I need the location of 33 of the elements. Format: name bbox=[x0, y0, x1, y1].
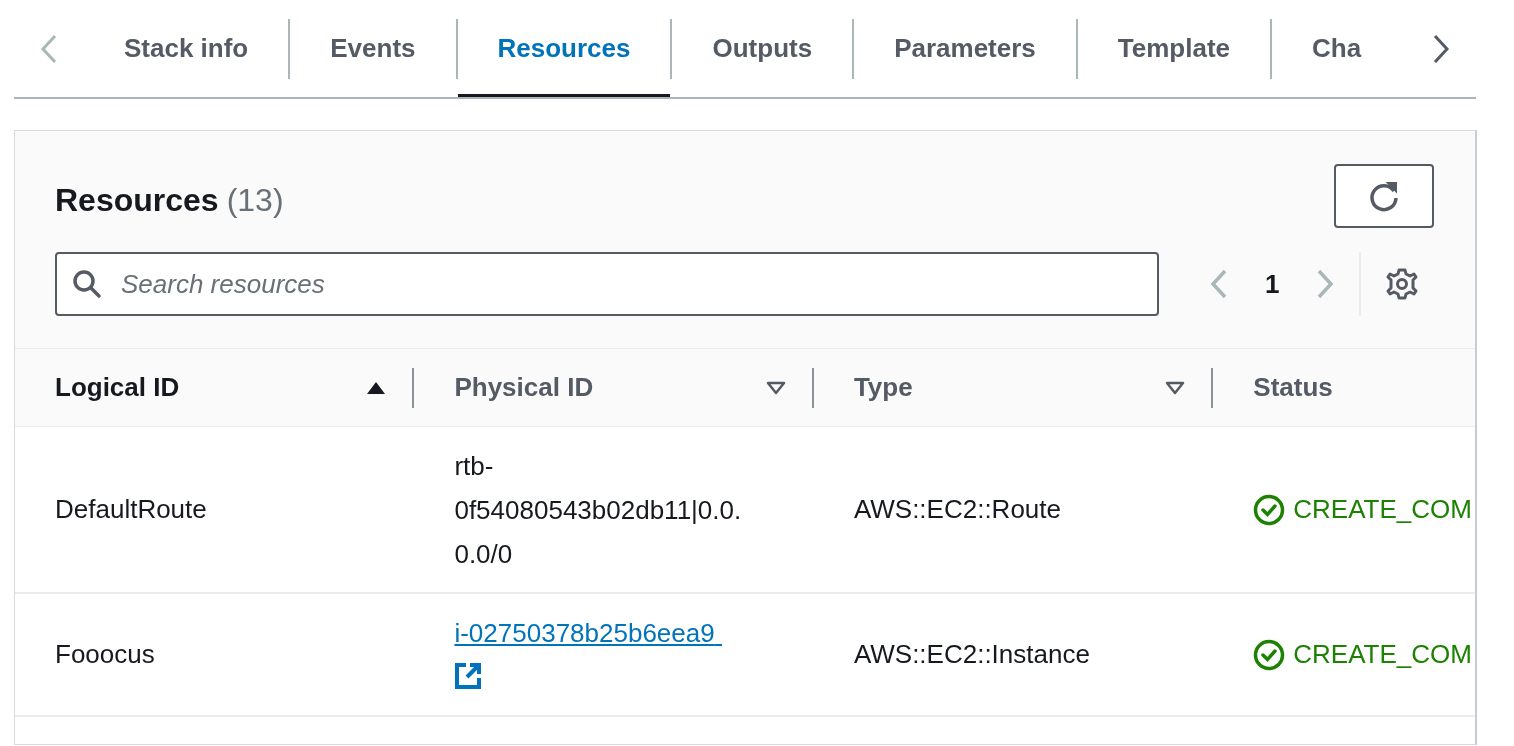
status-text: CREATE_COM bbox=[1293, 638, 1472, 671]
table-cell-text: Fooocus bbox=[55, 638, 155, 671]
success-icon bbox=[1253, 638, 1286, 671]
search-field[interactable]: Search resources bbox=[55, 252, 1159, 316]
tab[interactable]: Stack info bbox=[84, 0, 289, 97]
settings-icon[interactable] bbox=[1385, 267, 1420, 301]
sort-ascending-icon[interactable] bbox=[366, 380, 387, 395]
tab[interactable]: Template bbox=[1077, 0, 1270, 97]
column-header[interactable]: Logical ID bbox=[55, 368, 367, 407]
refresh-icon bbox=[1367, 179, 1401, 213]
sort-icon[interactable] bbox=[1165, 380, 1186, 395]
panel-title: Resources bbox=[55, 181, 219, 220]
table-cell-text: rtb-0f54080543b02db11|0.0.0.0/0 bbox=[454, 449, 743, 571]
external-link-icon bbox=[454, 661, 483, 690]
sort-icon[interactable] bbox=[765, 380, 786, 395]
resource-count: (13) bbox=[226, 181, 284, 220]
status-text: CREATE_COM bbox=[1293, 493, 1472, 526]
table-cell-text: AWS::EC2::Route bbox=[853, 493, 1061, 526]
tab[interactable]: Parameters bbox=[854, 0, 1076, 97]
column-header[interactable]: Type bbox=[853, 368, 1166, 407]
tab[interactable]: Outputs bbox=[672, 0, 853, 97]
column-header[interactable]: Physical ID bbox=[454, 368, 766, 407]
tab[interactable]: Cha bbox=[1272, 0, 1402, 97]
table-cell-text: AWS::EC2::Instance bbox=[853, 638, 1090, 671]
success-icon bbox=[1253, 493, 1286, 526]
instance-link[interactable]: i-02750378b25b6eea9 bbox=[454, 610, 745, 699]
refresh-button[interactable] bbox=[1334, 164, 1434, 228]
search-icon bbox=[71, 268, 103, 300]
tab[interactable]: Events bbox=[290, 0, 456, 97]
page-number[interactable]: 1 bbox=[1265, 264, 1280, 304]
chevron-right-icon[interactable] bbox=[1432, 33, 1450, 64]
column-header: Status bbox=[1253, 371, 1334, 404]
table-cell-text: DefaultRoute bbox=[55, 493, 207, 526]
